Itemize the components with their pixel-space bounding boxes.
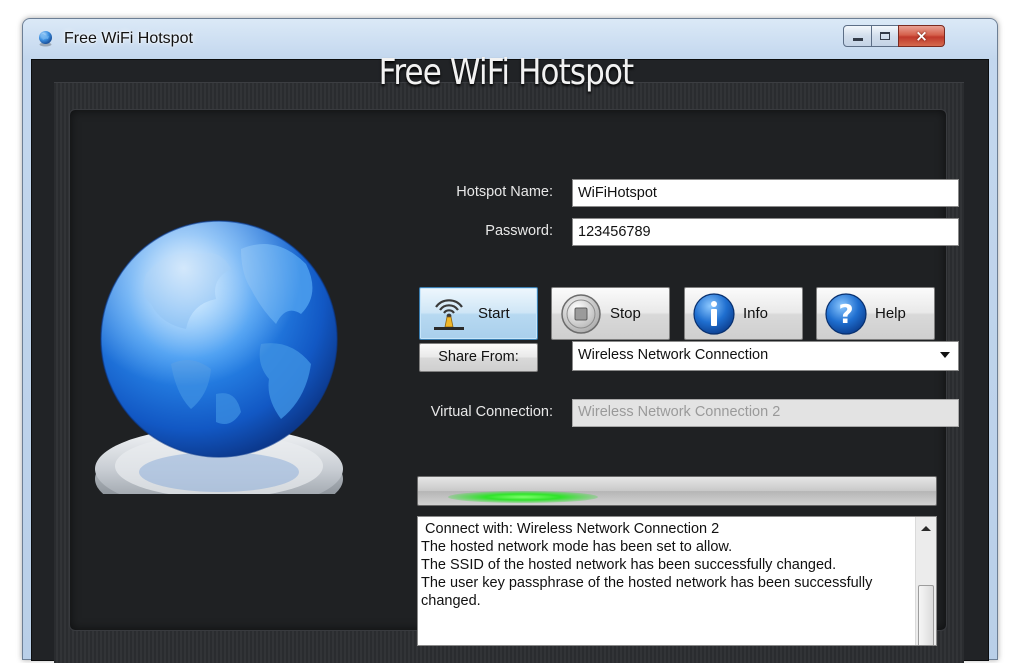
maximize-icon xyxy=(880,32,890,40)
minimize-button[interactable] xyxy=(843,25,872,47)
start-button[interactable]: Start xyxy=(419,287,538,340)
info-icon xyxy=(693,292,735,335)
share-from-selected-value: Wireless Network Connection xyxy=(578,347,769,363)
log-line: The SSID of the hosted network has been … xyxy=(421,557,837,573)
app-heading: Free WiFi Hotspot xyxy=(378,52,635,93)
info-button-label: Info xyxy=(743,305,769,322)
globe-illustration xyxy=(95,220,343,494)
virtual-connection-label: Virtual Connection: xyxy=(430,404,553,420)
progress-indicator xyxy=(448,491,598,503)
globe-icon xyxy=(39,31,52,47)
info-button[interactable]: Info xyxy=(684,287,803,340)
close-button[interactable]: × xyxy=(898,25,945,47)
start-button-label: Start xyxy=(478,305,510,322)
help-button[interactable]: ? Help xyxy=(816,287,935,340)
log-line: The user key passphrase of the hosted ne… xyxy=(421,575,877,609)
stop-button[interactable]: Stop xyxy=(551,287,670,340)
svg-text:?: ? xyxy=(838,300,853,330)
help-button-label: Help xyxy=(875,305,906,322)
password-label: Password: xyxy=(485,223,553,239)
hotspot-name-label: Hotspot Name: xyxy=(456,184,553,200)
share-from-select[interactable]: Wireless Network Connection xyxy=(572,341,959,371)
maximize-button[interactable] xyxy=(871,25,899,47)
minimize-icon xyxy=(852,38,863,41)
status-progress-bar xyxy=(417,476,937,506)
share-from-button[interactable]: Share From: xyxy=(419,343,538,372)
stop-button-label: Stop xyxy=(610,305,641,322)
virtual-connection-field: Wireless Network Connection 2 xyxy=(572,399,959,427)
app-window: Free WiFi Hotspot × Free WiFi Hotspot Ho… xyxy=(22,18,998,663)
log-content: Connect with: Wireless Network Connectio… xyxy=(421,520,911,610)
log-line: Connect with: Wireless Network Connectio… xyxy=(421,521,720,537)
window-title: Free WiFi Hotspot xyxy=(64,30,193,47)
scroll-up-icon[interactable] xyxy=(921,526,931,531)
hotspot-name-input[interactable] xyxy=(572,179,959,207)
help-icon: ? xyxy=(825,292,867,335)
virtual-connection-value: Wireless Network Connection 2 xyxy=(578,404,781,420)
close-icon: × xyxy=(915,26,928,45)
log-line: The hosted network mode has been set to … xyxy=(421,539,733,555)
wifi-antenna-icon xyxy=(434,298,464,330)
log-scrollbar[interactable] xyxy=(915,517,936,645)
chevron-down-icon xyxy=(940,352,950,358)
password-input[interactable] xyxy=(572,218,959,246)
log-textarea[interactable]: Connect with: Wireless Network Connectio… xyxy=(417,516,937,646)
scroll-thumb[interactable] xyxy=(918,585,934,645)
stop-icon xyxy=(561,293,601,334)
